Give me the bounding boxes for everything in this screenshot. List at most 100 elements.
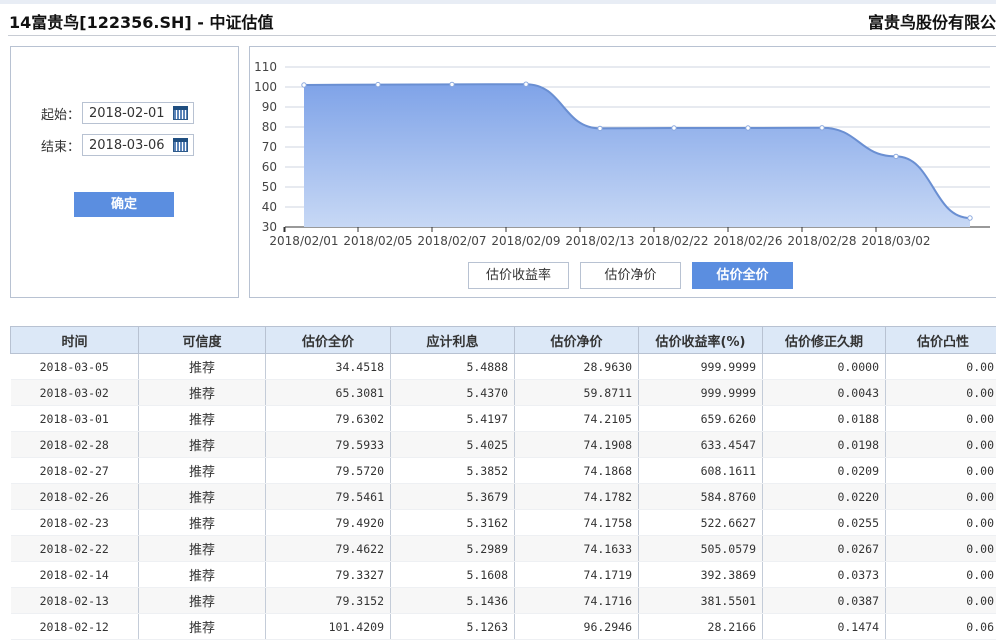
valuation-table: 时间可信度估价全价应计利息估价净价估价收益率(%)估价修正久期估价凸性 2018… (10, 326, 996, 640)
x-tick-label: 2018/02/13 (565, 234, 634, 248)
column-header[interactable]: 可信度 (139, 327, 266, 354)
x-tick-label: 2018/02/05 (343, 234, 412, 248)
x-tick-label: 2018/02/01 (269, 234, 338, 248)
table-row[interactable]: 2018-03-01推荐79.63025.419774.2105659.6260… (11, 406, 996, 432)
table-cell: 0.00 (886, 380, 996, 406)
data-point[interactable] (820, 126, 824, 130)
table-cell: 0.00 (886, 406, 996, 432)
table-cell: 79.6302 (266, 406, 391, 432)
data-point[interactable] (524, 82, 528, 86)
table-cell: 0.0209 (763, 458, 886, 484)
table-cell: 推荐 (139, 562, 266, 588)
table-cell: 推荐 (139, 432, 266, 458)
tab-full-price[interactable]: 估价全价 (692, 262, 793, 289)
data-point[interactable] (598, 126, 602, 130)
table-row[interactable]: 2018-03-02推荐65.30815.437059.8711999.9999… (11, 380, 996, 406)
table-cell: 505.0579 (639, 536, 763, 562)
y-tick-label: 50 (262, 180, 277, 194)
table-cell: 2018-02-27 (11, 458, 139, 484)
column-header[interactable]: 估价凸性 (886, 327, 996, 354)
table-row[interactable]: 2018-02-28推荐79.59335.402574.1908633.4547… (11, 432, 996, 458)
table-cell: 74.1633 (515, 536, 639, 562)
data-point[interactable] (894, 154, 898, 158)
x-tick-label: 2018/02/07 (417, 234, 486, 248)
table-cell: 74.1758 (515, 510, 639, 536)
table-cell: 0.00 (886, 536, 996, 562)
table-cell: 0.1474 (763, 614, 886, 640)
table-cell: 0.0387 (763, 588, 886, 614)
table-cell: 65.3081 (266, 380, 391, 406)
column-header[interactable]: 估价收益率(%) (639, 327, 763, 354)
data-point[interactable] (450, 82, 454, 86)
y-tick-label: 40 (262, 200, 277, 214)
table-row[interactable]: 2018-02-22推荐79.46225.298974.1633505.0579… (11, 536, 996, 562)
table-cell: 0.0043 (763, 380, 886, 406)
table-cell: 522.6627 (639, 510, 763, 536)
table-cell: 推荐 (139, 536, 266, 562)
table-row[interactable]: 2018-03-05推荐34.45185.488828.9630999.9999… (11, 354, 996, 380)
table-cell: 0.0220 (763, 484, 886, 510)
table-cell: 101.4209 (266, 614, 391, 640)
column-header[interactable]: 估价修正久期 (763, 327, 886, 354)
table-cell: 0.0255 (763, 510, 886, 536)
y-tick-label: 70 (262, 140, 277, 154)
table-cell: 0.0198 (763, 432, 886, 458)
table-cell: 28.2166 (639, 614, 763, 640)
table-cell: 79.3152 (266, 588, 391, 614)
data-point[interactable] (672, 126, 676, 130)
table-cell: 5.3162 (391, 510, 515, 536)
table-cell: 推荐 (139, 484, 266, 510)
table-cell: 79.5933 (266, 432, 391, 458)
table-cell: 79.4622 (266, 536, 391, 562)
table-cell: 推荐 (139, 614, 266, 640)
data-point[interactable] (376, 82, 380, 86)
table-row[interactable]: 2018-02-27推荐79.57205.385274.1868608.1611… (11, 458, 996, 484)
table-cell: 5.1436 (391, 588, 515, 614)
table-row[interactable]: 2018-02-26推荐79.54615.367974.1782584.8760… (11, 484, 996, 510)
y-tick-label: 80 (262, 120, 277, 134)
table-cell: 2018-02-22 (11, 536, 139, 562)
column-header[interactable]: 估价全价 (266, 327, 391, 354)
tab-net-price[interactable]: 估价净价 (580, 262, 681, 289)
table-cell: 2018-02-12 (11, 614, 139, 640)
tab-yield[interactable]: 估价收益率 (468, 262, 569, 289)
data-point[interactable] (746, 126, 750, 130)
table-cell: 0.00 (886, 354, 996, 380)
column-header[interactable]: 估价净价 (515, 327, 639, 354)
table-cell: 59.8711 (515, 380, 639, 406)
y-tick-label: 60 (262, 160, 277, 174)
table-cell: 0.0000 (763, 354, 886, 380)
table-row[interactable]: 2018-02-14推荐79.33275.160874.1719392.3869… (11, 562, 996, 588)
table-cell: 0.06 (886, 614, 996, 640)
x-tick-label: 2018/03/02 (861, 234, 930, 248)
table-cell: 5.2989 (391, 536, 515, 562)
table-cell: 381.5501 (639, 588, 763, 614)
table-cell: 0.0267 (763, 536, 886, 562)
table-cell: 2018-02-23 (11, 510, 139, 536)
table-cell: 74.1908 (515, 432, 639, 458)
table-cell: 2018-02-28 (11, 432, 139, 458)
table-cell: 0.0188 (763, 406, 886, 432)
table-cell: 659.6260 (639, 406, 763, 432)
table-cell: 74.1782 (515, 484, 639, 510)
table-row[interactable]: 2018-02-13推荐79.31525.143674.1716381.5501… (11, 588, 996, 614)
table-cell: 2018-02-13 (11, 588, 139, 614)
data-point[interactable] (302, 83, 306, 87)
column-header[interactable]: 时间 (11, 327, 139, 354)
table-cell: 5.4025 (391, 432, 515, 458)
x-tick-label: 2018/02/09 (491, 234, 560, 248)
column-header[interactable]: 应计利息 (391, 327, 515, 354)
table-cell: 633.4547 (639, 432, 763, 458)
table-cell: 0.00 (886, 484, 996, 510)
table-row[interactable]: 2018-02-23推荐79.49205.316274.1758522.6627… (11, 510, 996, 536)
table-cell: 0.00 (886, 588, 996, 614)
y-tick-label: 30 (262, 220, 277, 234)
table-cell: 608.1611 (639, 458, 763, 484)
data-point[interactable] (968, 216, 972, 220)
table-cell: 74.1716 (515, 588, 639, 614)
table-cell: 推荐 (139, 458, 266, 484)
table-cell: 2018-03-01 (11, 406, 139, 432)
table-cell: 74.2105 (515, 406, 639, 432)
table-cell: 推荐 (139, 510, 266, 536)
table-row[interactable]: 2018-02-12推荐101.42095.126396.294628.2166… (11, 614, 996, 640)
